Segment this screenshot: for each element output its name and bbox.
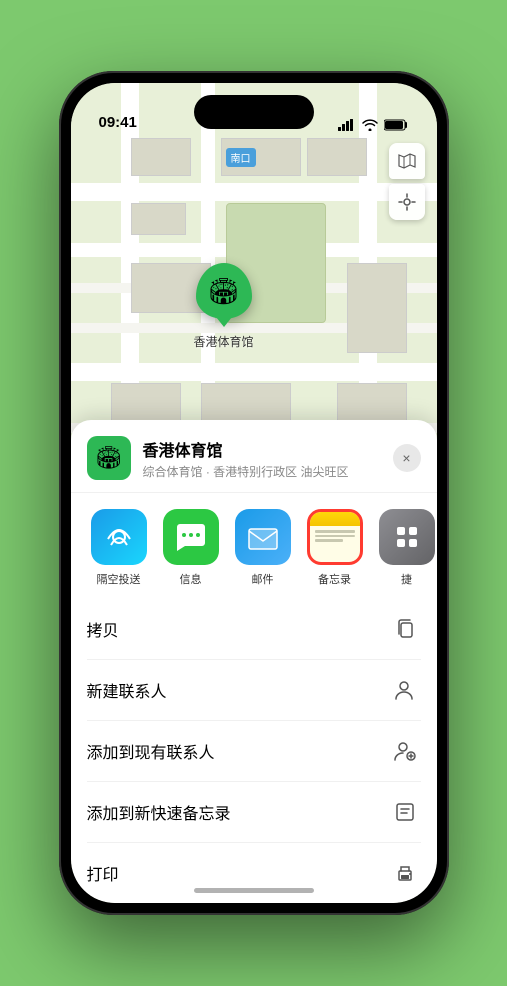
dynamic-island (194, 95, 314, 129)
home-indicator (194, 888, 314, 893)
action-list: 拷贝 新建联系人 (71, 599, 437, 903)
person-add-icon (389, 674, 421, 706)
phone-frame: 09:41 (59, 71, 449, 915)
person-plus-icon (389, 735, 421, 767)
action-print[interactable]: 打印 (87, 843, 421, 903)
action-copy[interactable]: 拷贝 (87, 599, 421, 660)
more-icon (379, 509, 435, 565)
marker-pin: 🏟 (196, 263, 252, 319)
phone-screen: 09:41 (71, 83, 437, 903)
venue-name: 香港体育馆 (143, 437, 393, 461)
share-app-mail[interactable]: 邮件 (227, 509, 299, 587)
venue-info: 香港体育馆 综合体育馆 · 香港特别行政区 油尖旺区 (143, 437, 393, 480)
map-controls (389, 143, 425, 220)
action-quick-note-label: 添加到新快速备忘录 (87, 800, 231, 824)
share-apps-row: 隔空投送 信息 (71, 493, 437, 595)
notes-label: 备忘录 (318, 571, 351, 587)
close-button[interactable]: × (393, 444, 421, 472)
status-time: 09:41 (99, 114, 137, 131)
share-app-notes[interactable]: 备忘录 (299, 509, 371, 587)
airdrop-label: 隔空投送 (97, 571, 141, 587)
venue-subtitle: 综合体育馆 · 香港特别行政区 油尖旺区 (143, 463, 393, 480)
print-icon (389, 857, 421, 889)
messages-icon (163, 509, 219, 565)
map-type-button[interactable] (389, 143, 425, 179)
messages-label: 信息 (180, 571, 202, 587)
signal-icon (338, 119, 356, 131)
stadium-marker: 🏟 香港体育馆 (194, 263, 254, 350)
share-app-messages[interactable]: 信息 (155, 509, 227, 587)
more-label: 捷 (401, 571, 412, 587)
bottom-sheet: 🏟 香港体育馆 综合体育馆 · 香港特别行政区 油尖旺区 × (71, 420, 437, 903)
location-button[interactable] (389, 184, 425, 220)
wifi-icon (362, 119, 378, 131)
marker-label: 香港体育馆 (194, 333, 254, 350)
action-add-existing-label: 添加到现有联系人 (87, 739, 215, 763)
venue-icon: 🏟 (87, 436, 131, 480)
mail-icon (235, 509, 291, 565)
airdrop-icon (91, 509, 147, 565)
status-icons (338, 119, 409, 131)
share-app-airdrop[interactable]: 隔空投送 (83, 509, 155, 587)
map-south-gate-label: 南口 (226, 148, 256, 167)
notes-app-icon (307, 509, 363, 565)
mail-label: 邮件 (252, 571, 274, 587)
battery-icon (384, 119, 409, 131)
share-app-more[interactable]: 捷 (371, 509, 437, 587)
action-copy-label: 拷贝 (87, 617, 119, 641)
action-print-label: 打印 (87, 861, 119, 885)
venue-header: 🏟 香港体育馆 综合体育馆 · 香港特别行政区 油尖旺区 × (71, 420, 437, 493)
action-new-contact-label: 新建联系人 (87, 678, 167, 702)
action-quick-note[interactable]: 添加到新快速备忘录 (87, 782, 421, 843)
copy-icon (389, 613, 421, 645)
note-icon (389, 796, 421, 828)
action-add-existing-contact[interactable]: 添加到现有联系人 (87, 721, 421, 782)
action-new-contact[interactable]: 新建联系人 (87, 660, 421, 721)
stadium-icon: 🏟 (207, 276, 240, 307)
